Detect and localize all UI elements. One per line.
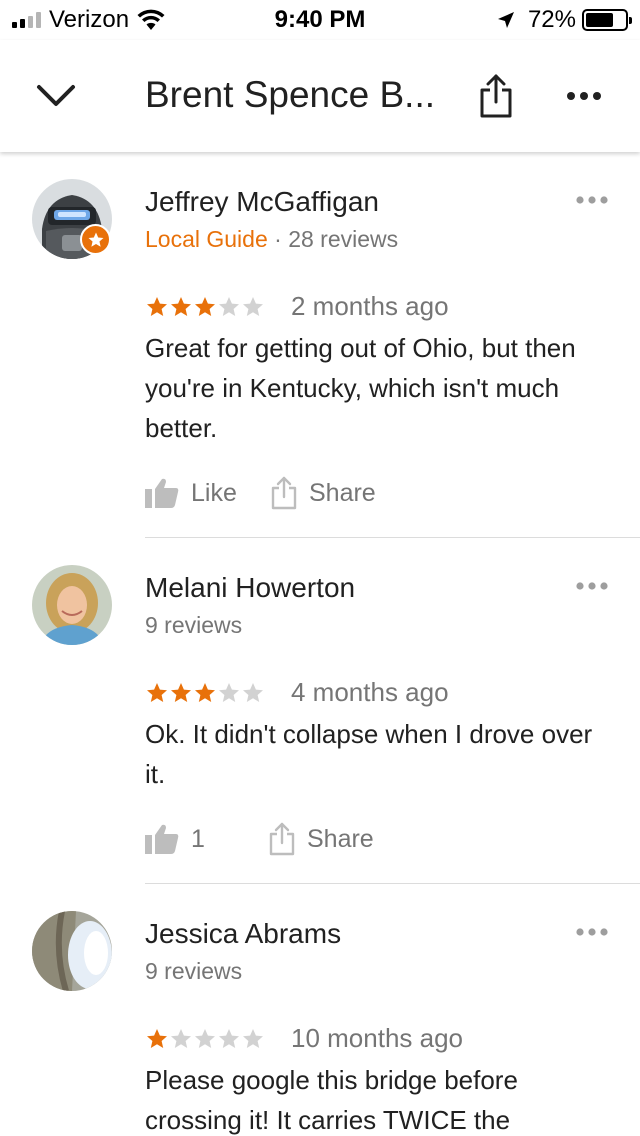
- more-horizontal-icon: [576, 582, 608, 590]
- review-share-button[interactable]: Share: [269, 822, 374, 856]
- star-empty-icon: [243, 296, 263, 316]
- review-more-button[interactable]: [570, 574, 614, 598]
- star-empty-icon: [243, 1028, 263, 1048]
- star-empty-icon: [219, 682, 239, 702]
- back-button[interactable]: [28, 70, 84, 122]
- star-empty-icon: [243, 682, 263, 702]
- like-button[interactable]: 1: [145, 823, 269, 855]
- share-icon: [269, 822, 295, 856]
- app-header: Brent Spence B...: [0, 40, 640, 152]
- thumbs-up-icon: [145, 478, 179, 508]
- rating-row: 10 months ago: [145, 1023, 463, 1054]
- review-actions: Like Share: [145, 476, 376, 510]
- reviews-list: Jeffrey McGaffigan Local Guide · 28 revi…: [0, 152, 640, 1136]
- reviewer-name[interactable]: Melani Howerton: [145, 572, 355, 604]
- local-guide-label: Local Guide: [145, 226, 268, 252]
- like-count: 1: [191, 824, 205, 853]
- thumbs-up-icon: [145, 824, 179, 854]
- review-item: Jeffrey McGaffigan Local Guide · 28 revi…: [0, 152, 640, 538]
- star-filled-icon: [147, 296, 167, 316]
- reviewer-meta: 9 reviews: [145, 958, 242, 985]
- star-filled-icon: [195, 682, 215, 702]
- star-rating: [145, 1027, 265, 1051]
- star-filled-icon: [195, 296, 215, 316]
- star-rating: [145, 681, 265, 705]
- rating-row: 4 months ago: [145, 677, 449, 708]
- share-label: Share: [309, 478, 376, 507]
- reviewer-name[interactable]: Jessica Abrams: [145, 918, 341, 950]
- review-count: 9 reviews: [145, 958, 243, 984]
- share-button[interactable]: [472, 68, 520, 124]
- status-bar: Verizon 9:40 PM 72%: [0, 0, 640, 40]
- star-empty-icon: [171, 1028, 191, 1048]
- more-horizontal-icon: [576, 928, 608, 936]
- review-date: 2 months ago: [291, 291, 449, 321]
- more-horizontal-icon: [576, 196, 608, 204]
- page-title: Brent Spence B...: [145, 74, 436, 115]
- star-filled-icon: [147, 682, 167, 702]
- share-icon: [271, 476, 297, 510]
- user-photo-image: [32, 565, 112, 645]
- review-more-button[interactable]: [570, 188, 614, 212]
- chevron-down-icon: [37, 85, 75, 106]
- star-icon: [88, 232, 103, 247]
- star-empty-icon: [219, 1028, 239, 1048]
- user-photo-image: [32, 911, 112, 991]
- review-count: 28 reviews: [288, 226, 399, 252]
- star-empty-icon: [195, 1028, 215, 1048]
- star-empty-icon: [219, 296, 239, 316]
- review-text: Ok. It didn't collapse when I drove over…: [145, 719, 593, 789]
- share-icon: [480, 74, 512, 118]
- review-text: Please google this bridge before crossin…: [145, 1065, 518, 1135]
- location-arrow-icon: [497, 12, 514, 28]
- review-date: 4 months ago: [291, 677, 449, 707]
- review-share-button[interactable]: Share: [271, 476, 376, 510]
- avatar[interactable]: [32, 911, 112, 991]
- review-item: Melani Howerton 9 reviews 4 months ago O…: [0, 538, 640, 884]
- review-text: Great for getting out of Ohio, but then …: [145, 333, 576, 443]
- local-guide-badge: [80, 224, 111, 255]
- avatar[interactable]: [32, 565, 112, 645]
- reviewer-name[interactable]: Jeffrey McGaffigan: [145, 186, 379, 218]
- meta-separator: ·: [274, 226, 282, 252]
- reviewer-meta: 9 reviews: [145, 612, 242, 639]
- share-label: Share: [307, 824, 374, 853]
- rating-row: 2 months ago: [145, 291, 449, 322]
- battery-percent: 72%: [527, 6, 576, 33]
- status-right: 72%: [496, 6, 632, 34]
- star-filled-icon: [171, 296, 191, 316]
- review-more-button[interactable]: [570, 920, 614, 944]
- review-actions: 1 Share: [145, 822, 374, 856]
- star-rating: [145, 295, 265, 319]
- review-count: 9 reviews: [145, 612, 243, 638]
- reviewer-meta: Local Guide · 28 reviews: [145, 226, 398, 253]
- battery-icon: [582, 9, 632, 31]
- like-label: Like: [191, 478, 237, 507]
- like-button[interactable]: Like: [145, 477, 271, 509]
- more-horizontal-icon: [567, 92, 601, 100]
- review-item: Jessica Abrams 9 reviews 10 months ago P…: [0, 884, 640, 1136]
- more-options-button[interactable]: [556, 76, 612, 116]
- star-filled-icon: [147, 1028, 167, 1048]
- review-date: 10 months ago: [291, 1023, 464, 1053]
- star-filled-icon: [171, 682, 191, 702]
